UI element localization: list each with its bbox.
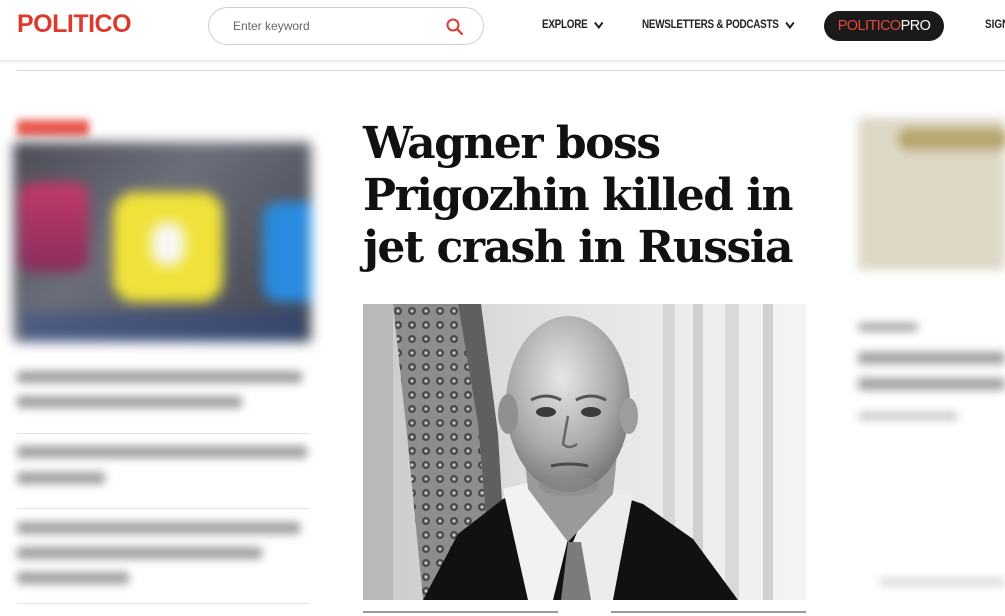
nav-explore-label: EXPLORE	[542, 19, 588, 31]
politico-logo[interactable]: POLITICO	[17, 10, 132, 39]
divider	[611, 611, 806, 613]
left-story-image[interactable]	[13, 142, 311, 342]
divider	[17, 433, 310, 434]
pro-pro-text: PRO	[900, 18, 931, 34]
section-divider	[17, 70, 1005, 71]
search-icon[interactable]	[445, 17, 465, 37]
divider	[363, 611, 558, 613]
divider	[17, 603, 310, 604]
portrait-image	[363, 304, 806, 600]
site-header: POLITICO EXPLORE NEWSLETTERS & PODCASTS …	[0, 0, 1005, 62]
right-story-image[interactable]	[858, 118, 1005, 270]
lead-story-photo[interactable]	[363, 304, 806, 600]
pro-politico-text: POLITICO	[837, 18, 901, 34]
divider	[17, 508, 310, 509]
sign-in-link[interactable]: SIGN	[985, 19, 1005, 31]
right-story-tag	[858, 323, 918, 331]
left-story-tag	[17, 120, 89, 136]
right-story-extra	[880, 578, 1005, 586]
chevron-down-icon	[785, 21, 795, 29]
lead-story-headline[interactable]: Wagner boss Prigozhin killed in jet cras…	[363, 118, 803, 274]
right-story-byline	[858, 412, 958, 420]
nav-newsletters-label: NEWSLETTERS & PODCASTS	[642, 19, 779, 31]
search-box	[208, 7, 484, 45]
politico-pro-button[interactable]: POLITICO PRO	[824, 11, 944, 41]
nav-explore[interactable]: EXPLORE	[542, 19, 604, 31]
nav-newsletters-podcasts[interactable]: NEWSLETTERS & PODCASTS	[642, 19, 795, 31]
header-shadow	[0, 60, 1005, 64]
search-input[interactable]	[233, 17, 433, 35]
chevron-down-icon	[594, 21, 604, 29]
